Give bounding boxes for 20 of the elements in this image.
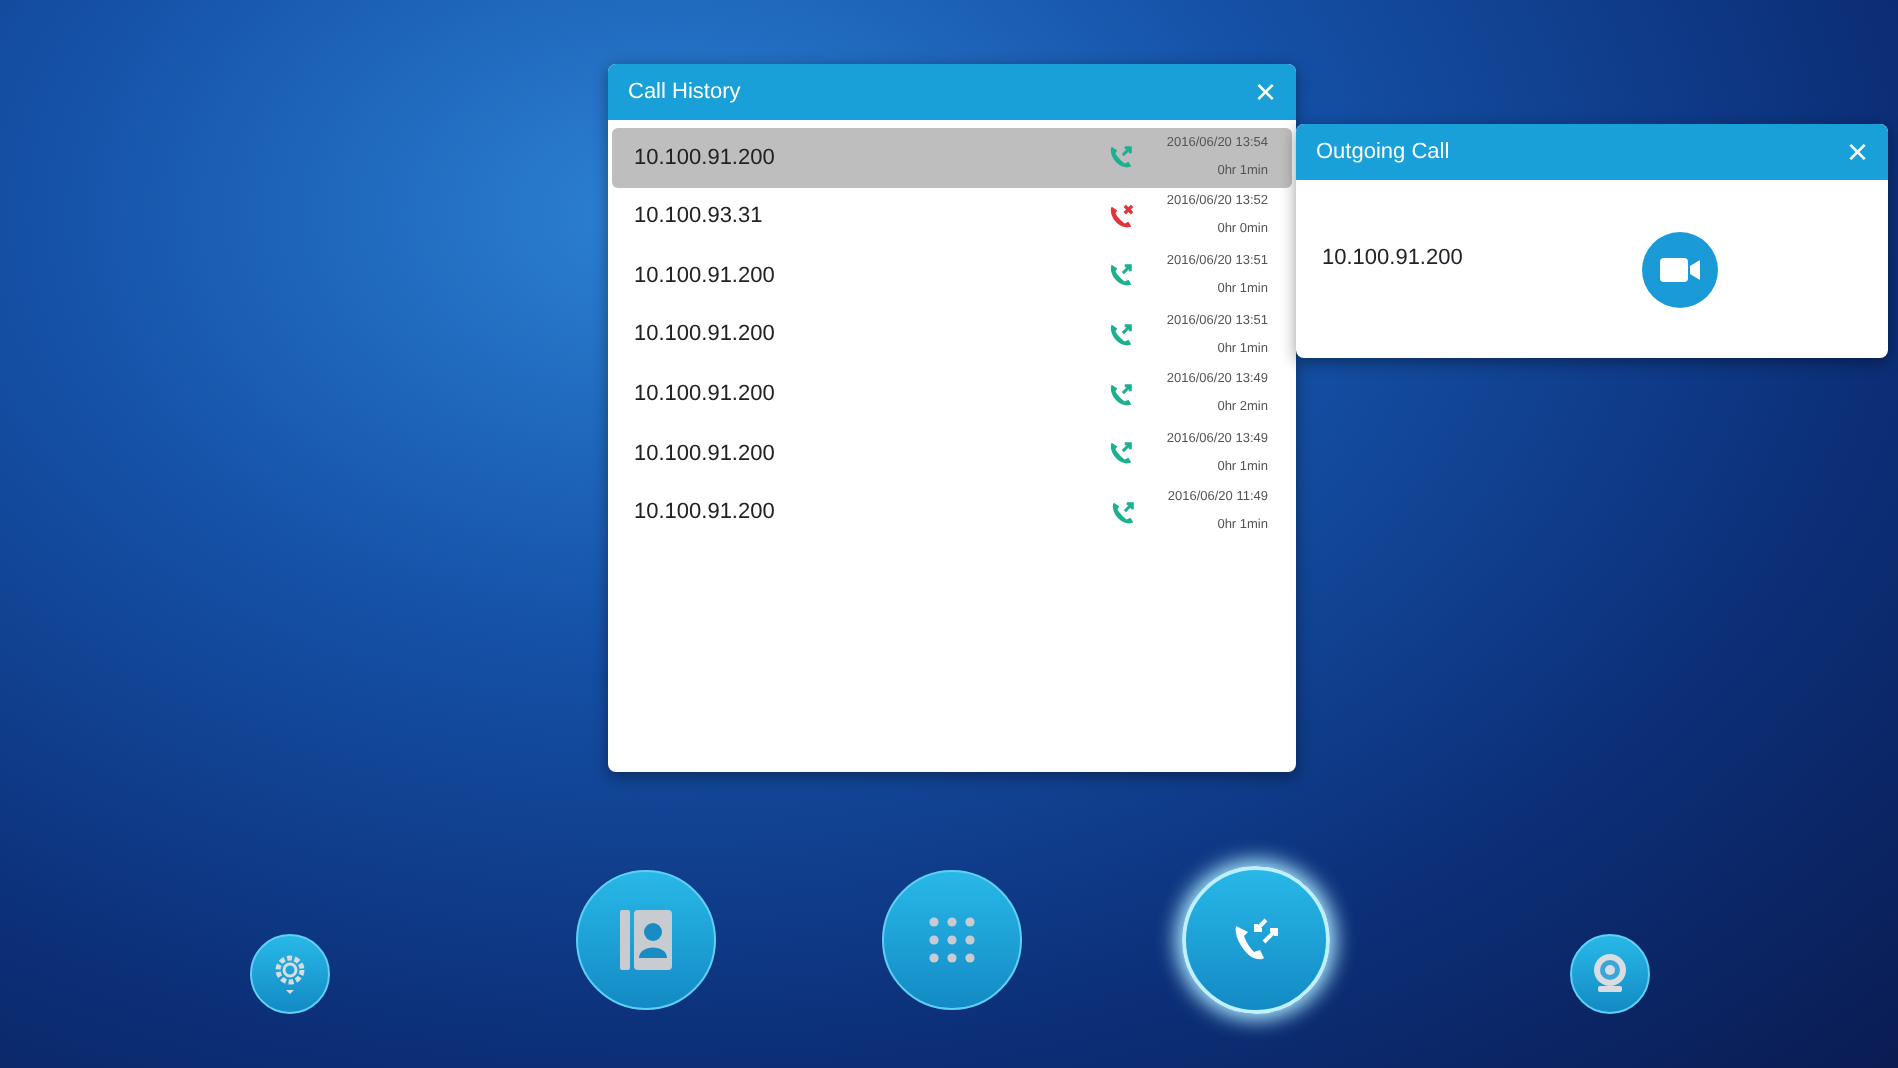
calls-button[interactable] [1182,866,1330,1014]
camera-button[interactable] [1570,934,1650,1014]
ip-address: 10.100.91.200 [634,379,777,410]
ip-address: 10.100.91.200 [634,261,777,292]
video-camera-icon [1660,258,1700,282]
ip-address: 10.100.91.200 [1322,244,1465,274]
phone-arrows-icon [1232,916,1280,964]
contact-book-icon [620,910,672,970]
ip-address: 10.100.91.200 [634,143,777,174]
dialpad-icon [928,916,976,964]
webcam-icon [1590,952,1630,996]
settings-button[interactable] [250,934,330,1014]
ip-address: 10.100.91.200 [634,498,777,529]
ip-address: 10.100.91.200 [634,320,777,351]
gear-icon [272,952,308,996]
window-title: Call History [628,77,741,108]
video-call-button[interactable] [1642,232,1718,308]
window-title: Outgoing Call [1316,137,1450,168]
ip-address: 10.100.91.200 [634,439,777,470]
ip-address: 10.100.93.31 [634,202,765,233]
